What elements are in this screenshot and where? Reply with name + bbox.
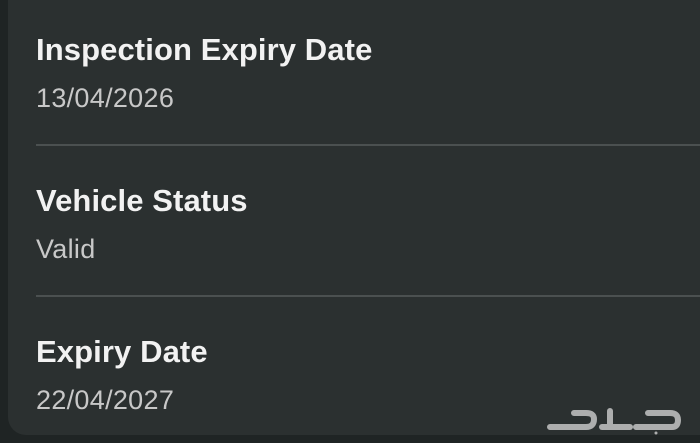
inspection-expiry-label: Inspection Expiry Date (36, 32, 373, 67)
vehicle-status-row: Vehicle Status Valid (36, 185, 700, 263)
vehicle-status-value: Valid (36, 234, 96, 264)
inspection-expiry-value: 13/04/2026 (36, 83, 175, 113)
divider (36, 144, 700, 146)
divider (36, 295, 700, 297)
vehicle-status-label: Vehicle Status (36, 183, 248, 218)
haraj-watermark-logo (547, 408, 681, 435)
inspection-expiry-row: Inspection Expiry Date 13/04/2026 (36, 34, 700, 112)
expiry-date-label: Expiry Date (36, 334, 208, 369)
